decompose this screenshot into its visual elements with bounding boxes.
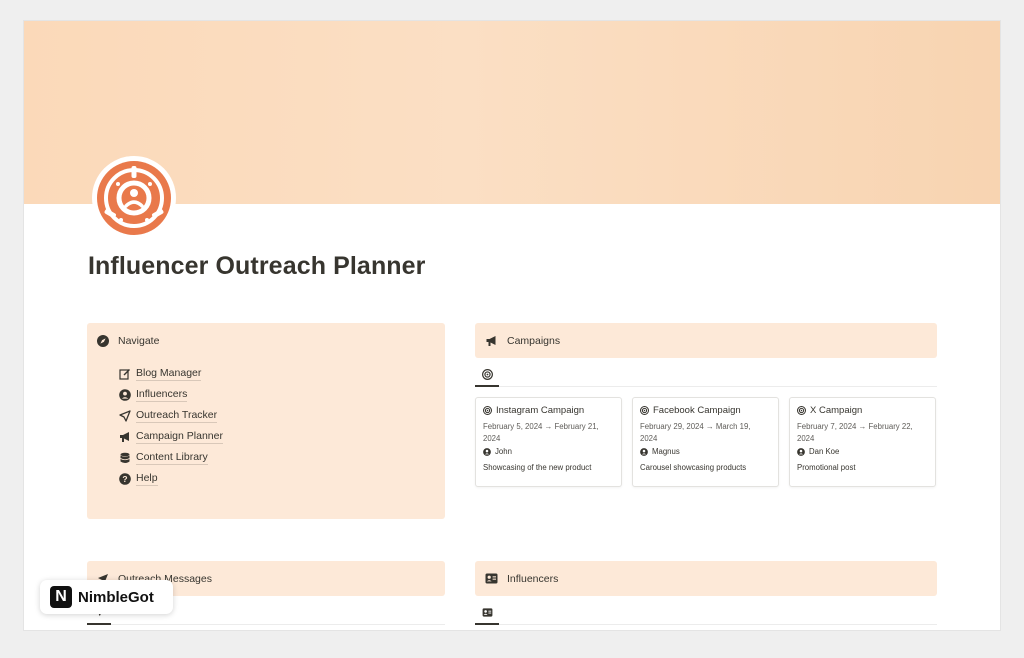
person-circle-icon — [119, 388, 131, 401]
campaign-person: Magnus — [640, 447, 771, 456]
campaign-date-line: 2024 — [797, 433, 815, 443]
target-icon — [483, 406, 492, 415]
nav-link-blog-manager[interactable]: Blog Manager — [119, 363, 435, 384]
nav-link-label: Content Library — [136, 450, 208, 465]
navigate-heading: Navigate — [97, 335, 435, 347]
person-circle-icon — [797, 447, 805, 456]
notion-page: Influencer Outreach Planner Navigate Blo… — [24, 21, 1000, 630]
help-icon: ? — [119, 472, 131, 485]
nav-link-label: Help — [136, 471, 158, 486]
campaigns-callout: Campaigns — [475, 323, 937, 358]
nav-link-label: Outreach Tracker — [136, 408, 218, 423]
nav-link-label: Campaign Planner — [136, 429, 223, 444]
page-icon[interactable] — [92, 156, 176, 240]
nav-link-influencers[interactable]: Influencers — [119, 384, 435, 405]
navigate-list: Blog Manager Influencers Outreach Tracke… — [119, 363, 435, 489]
campaign-date-line: February 29, 2024 → March 19, — [640, 422, 751, 431]
target-icon — [640, 406, 649, 415]
campaign-card[interactable]: Instagram Campaign February 5, 2024 → Fe… — [475, 397, 622, 487]
nimblegot-logo-icon: N — [50, 586, 72, 608]
nimblegot-text: NimbleGot — [78, 588, 154, 606]
campaign-card[interactable]: X Campaign February 7, 2024 → February 2… — [789, 397, 936, 487]
campaign-card[interactable]: Facebook Campaign February 29, 2024 → Ma… — [632, 397, 779, 487]
campaigns-gallery-tab[interactable] — [475, 363, 499, 387]
person-circle-icon — [483, 447, 491, 456]
campaign-person-name: Magnus — [652, 447, 680, 456]
campaign-person: Dan Koe — [797, 447, 928, 456]
influencers-heading-text: Influencers — [507, 572, 559, 585]
campaigns-heading: Campaigns — [485, 335, 560, 347]
send-icon — [119, 409, 131, 422]
nav-link-campaign-planner[interactable]: Campaign Planner — [119, 426, 435, 447]
nimblegot-watermark: N NimbleGot — [40, 580, 173, 614]
navigate-heading-text: Navigate — [118, 335, 160, 347]
campaign-title-text: Facebook Campaign — [653, 405, 741, 416]
campaigns-gallery: Instagram Campaign February 5, 2024 → Fe… — [475, 397, 937, 487]
people-circle-icon — [97, 161, 171, 235]
campaign-date-line: February 5, 2024 → February 21, — [483, 422, 599, 431]
campaign-card-title: Instagram Campaign — [483, 405, 614, 416]
nav-link-label: Blog Manager — [136, 366, 202, 381]
nav-link-help[interactable]: ? Help — [119, 468, 435, 489]
influencers-callout: Influencers — [475, 561, 937, 596]
page-title: Influencer Outreach Planner — [88, 252, 426, 280]
contact-card-icon — [482, 607, 492, 617]
campaign-date-line: 2024 — [483, 433, 501, 443]
contact-card-icon — [485, 573, 498, 584]
influencers-view-tabs — [475, 601, 937, 625]
target-icon — [797, 406, 806, 415]
campaign-date: February 7, 2024 → February 22, 2024 — [797, 421, 928, 444]
campaign-date-line: 2024 — [640, 433, 658, 443]
target-icon — [481, 368, 493, 380]
person-circle-icon — [640, 447, 648, 456]
campaigns-heading-text: Campaigns — [507, 334, 561, 347]
nav-link-outreach-tracker[interactable]: Outreach Tracker — [119, 405, 435, 426]
nav-link-content-library[interactable]: Content Library — [119, 447, 435, 468]
campaign-description: Promotional post — [797, 463, 856, 472]
campaign-person-name: Dan Koe — [809, 447, 840, 456]
campaign-person: John — [483, 447, 614, 456]
campaign-card-title: X Campaign — [797, 405, 928, 416]
svg-text:?: ? — [122, 474, 127, 484]
campaign-date: February 5, 2024 → February 21, 2024 — [483, 421, 614, 444]
navigate-callout: Navigate Blog Manager Influencers Outrea… — [87, 323, 445, 519]
database-icon — [120, 452, 130, 463]
influencers-heading: Influencers — [485, 573, 558, 585]
megaphone-icon — [486, 335, 496, 346]
campaigns-view-tabs — [475, 363, 937, 387]
compass-icon — [97, 335, 109, 347]
campaign-card-title: Facebook Campaign — [640, 405, 771, 416]
campaign-person-name: John — [495, 447, 512, 456]
edit-icon — [119, 368, 130, 380]
campaign-title-text: Instagram Campaign — [496, 405, 585, 416]
campaign-description: Carousel showcasing products — [640, 463, 747, 472]
campaign-title-text: X Campaign — [810, 405, 863, 416]
campaign-date-line: February 7, 2024 → February 22, — [797, 422, 913, 431]
campaign-date: February 29, 2024 → March 19, 2024 — [640, 421, 771, 444]
nav-link-label: Influencers — [136, 387, 188, 402]
influencers-view-tab[interactable] — [475, 601, 499, 625]
megaphone-icon — [120, 431, 129, 442]
campaign-description: Showcasing of the new product — [483, 463, 592, 472]
